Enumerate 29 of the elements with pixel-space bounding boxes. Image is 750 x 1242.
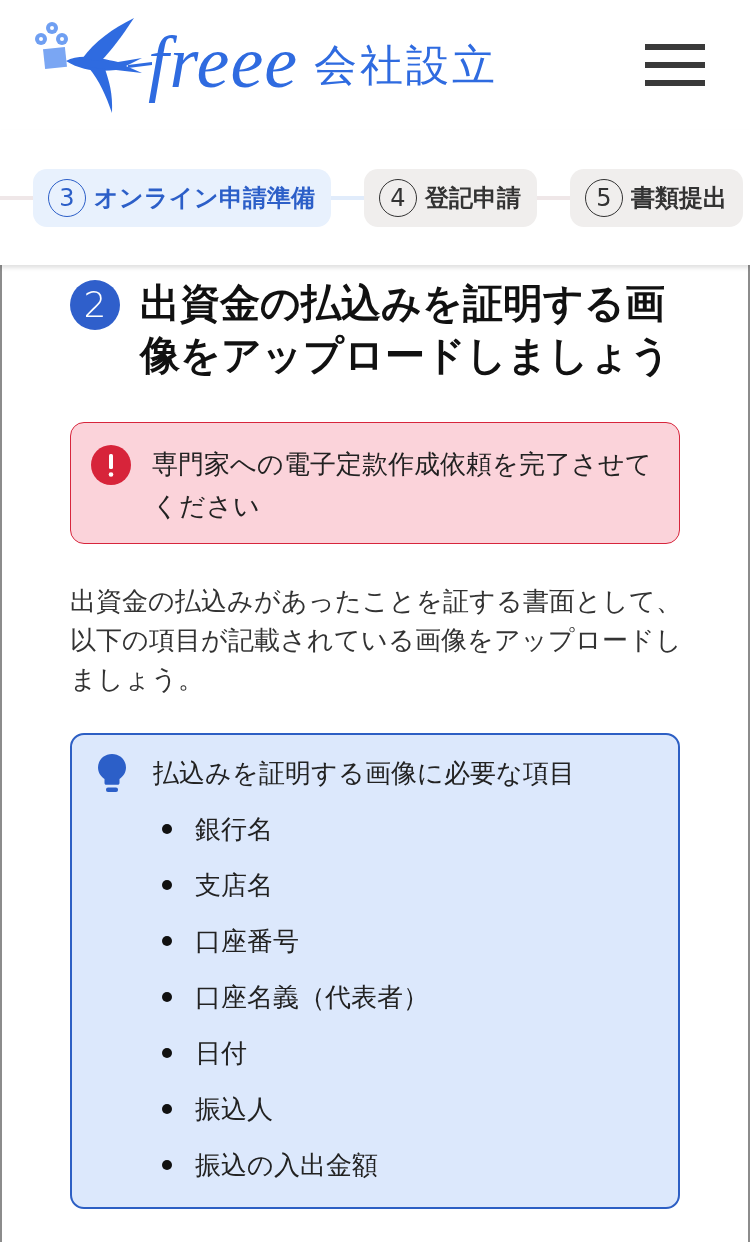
bullet-icon	[162, 880, 172, 890]
step-label: 書類提出	[631, 182, 727, 214]
bullet-icon	[162, 992, 172, 1002]
alert-message: 専門家への電子定款作成依頼を完了させてください	[152, 448, 653, 523]
requirement-item: 日付	[195, 1037, 247, 1070]
bullet-icon	[162, 1048, 172, 1058]
product-name: 会社設立	[314, 43, 499, 87]
requirement-item: 銀行名	[195, 813, 273, 846]
requirement-item: 振込の入出金額	[195, 1149, 378, 1182]
requirement-item: 支店名	[195, 869, 273, 902]
description-text: 出資金の払込みがあったことを証する書面として、以下の項目が記載されている画像をアップロードしましょう。	[70, 585, 683, 696]
requirement-item: 振込人	[195, 1093, 273, 1126]
lightbulb-icon	[97, 753, 127, 793]
info-title: 払込みを証明する画像に必要な項目	[153, 757, 575, 790]
menu-icon	[645, 44, 705, 86]
menu-button[interactable]	[645, 44, 705, 86]
step-label: オンライン申請準備	[94, 182, 315, 214]
section-title: 出資金の払込みを証明する画像をアップロードしましょう	[140, 279, 672, 380]
requirement-item: 口座名義（代表者）	[195, 981, 429, 1014]
bullet-icon	[162, 936, 172, 946]
requirement-item: 口座番号	[195, 925, 299, 958]
bullet-icon	[162, 824, 172, 834]
bullet-icon	[162, 1104, 172, 1114]
exclamation-icon	[91, 445, 131, 485]
step-label: 登記申請	[425, 182, 521, 214]
step-connector	[0, 195, 33, 200]
bullet-icon	[162, 1160, 172, 1170]
section-number: 2	[70, 280, 120, 330]
brand-name: freee	[148, 25, 299, 105]
